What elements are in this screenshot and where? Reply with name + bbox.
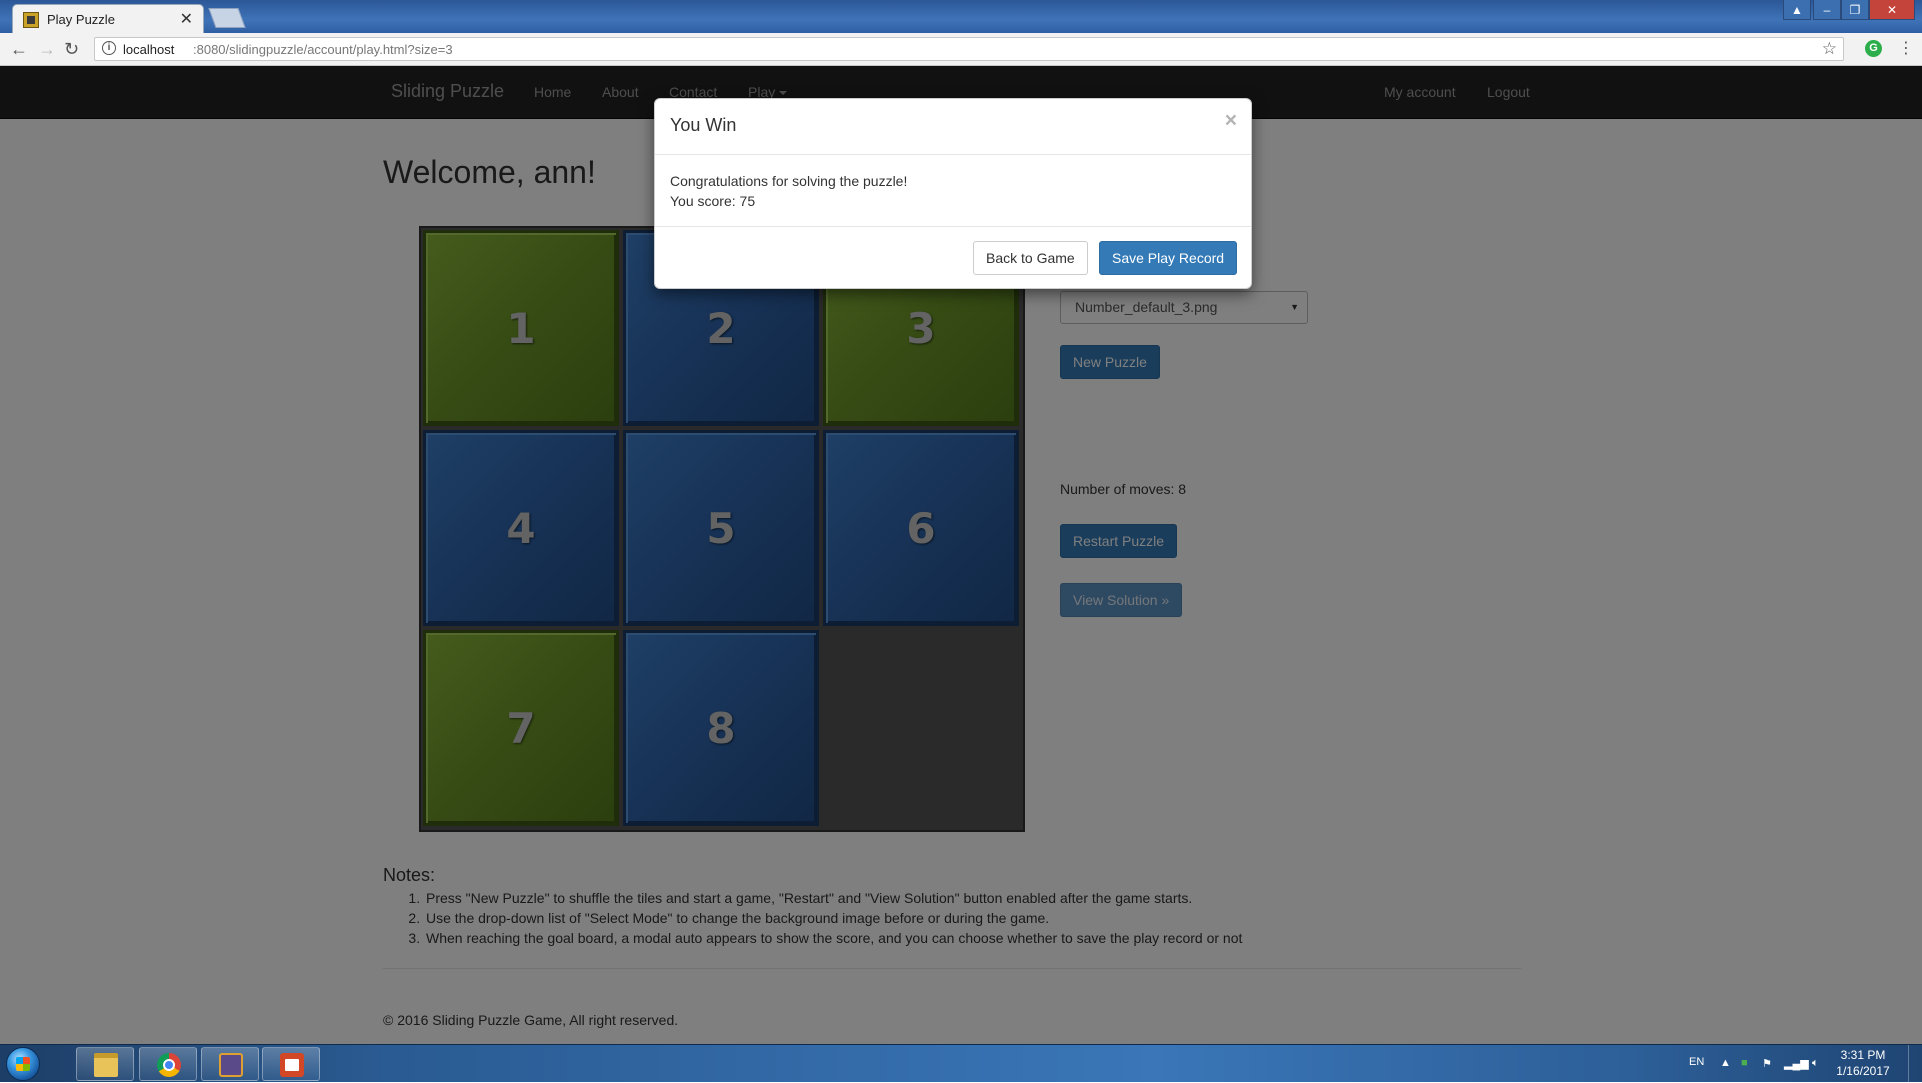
screen-recorder-icon: [280, 1053, 304, 1077]
new-tab-button[interactable]: [208, 8, 246, 28]
browser-toolbar: ← → ↻ i localhost :8080/slidingpuzzle/ac…: [0, 33, 1922, 66]
tab-title: Play Puzzle: [47, 12, 115, 27]
puzzle-favicon-icon: [23, 12, 39, 28]
minimize-button[interactable]: –: [1813, 0, 1841, 20]
modal-title: You Win: [670, 115, 737, 135]
url-host: localhost: [123, 42, 175, 57]
address-bar[interactable]: i localhost :8080/slidingpuzzle/account/…: [94, 37, 1844, 61]
modal-footer: Back to Game Save Play Record: [655, 226, 1251, 289]
windows-taskbar: EN ▲ ■ ⚑ ▂▄▆ 🔈︎ 3:31 PM 1/16/2017: [0, 1044, 1922, 1083]
save-play-record-button[interactable]: Save Play Record: [1099, 241, 1238, 275]
tray-app-icon[interactable]: ■: [1741, 1057, 1748, 1069]
tray-expand-icon[interactable]: ▲: [1720, 1057, 1731, 1069]
bookmark-star-icon[interactable]: ☆: [1822, 39, 1837, 59]
modal-close-icon[interactable]: ×: [1225, 109, 1237, 133]
congrats-message: Congratulations for solving the puzzle!: [670, 173, 908, 189]
tab-close-icon[interactable]: ✕: [180, 9, 193, 29]
taskbar-chrome[interactable]: [139, 1047, 197, 1081]
taskbar-eclipse[interactable]: [201, 1047, 259, 1081]
start-button[interactable]: [6, 1047, 40, 1081]
info-icon[interactable]: i: [102, 41, 116, 55]
grammarly-extension-icon[interactable]: G: [1865, 40, 1882, 57]
action-center-flag-icon[interactable]: ⚑: [1762, 1057, 1772, 1070]
back-to-game-button[interactable]: Back to Game: [973, 241, 1088, 275]
you-win-modal: You Win × Congratulations for solving th…: [654, 98, 1252, 289]
clock-time[interactable]: 3:31 PM: [1833, 1048, 1893, 1062]
close-window-button[interactable]: ✕: [1869, 0, 1915, 20]
web-page: Sliding Puzzle Home About Contact Play M…: [0, 66, 1922, 1044]
back-arrow-icon[interactable]: ←: [10, 39, 28, 60]
restore-button[interactable]: ❐: [1841, 0, 1869, 20]
network-signal-icon[interactable]: ▂▄▆: [1784, 1057, 1809, 1070]
browser-tab[interactable]: Play Puzzle ✕: [12, 4, 204, 33]
ide-icon: [219, 1053, 243, 1077]
browser-titlebar: Play Puzzle ✕ ▲ – ❐ ✕: [0, 0, 1922, 33]
taskbar-explorer[interactable]: [76, 1047, 134, 1081]
score-text: You score: 75: [670, 193, 756, 209]
url-path: :8080/slidingpuzzle/account/play.html?si…: [193, 42, 453, 57]
modal-body: Congratulations for solving the puzzle! …: [670, 171, 907, 211]
language-indicator[interactable]: EN: [1689, 1056, 1704, 1068]
show-desktop-button[interactable]: [1908, 1045, 1922, 1083]
browser-menu-icon[interactable]: ⋮: [1898, 38, 1914, 58]
modal-header: You Win ×: [655, 99, 1251, 155]
taskbar-recorder[interactable]: [262, 1047, 320, 1081]
reload-icon[interactable]: ↻: [64, 39, 79, 60]
chrome-icon: [157, 1053, 181, 1077]
window-user-icon[interactable]: ▲: [1783, 0, 1811, 20]
folder-icon: [94, 1053, 118, 1077]
forward-arrow-icon[interactable]: →: [38, 39, 56, 60]
volume-icon[interactable]: 🔈︎: [1812, 1057, 1819, 1070]
clock-date[interactable]: 1/16/2017: [1833, 1064, 1893, 1078]
